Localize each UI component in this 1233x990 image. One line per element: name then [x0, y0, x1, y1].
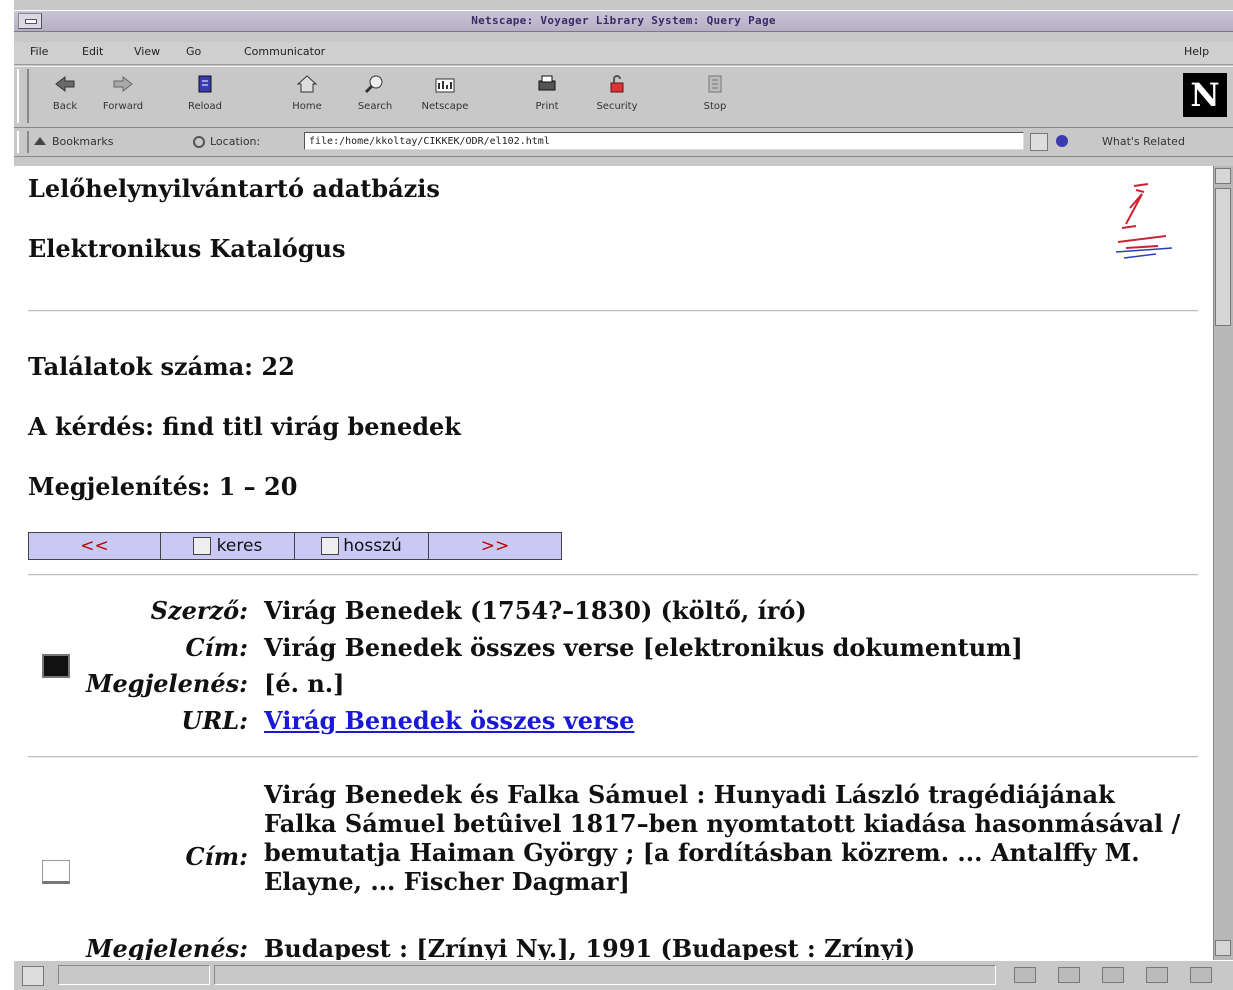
title-label: Cím:	[185, 842, 248, 871]
page-content: Lelőhelynyilvántartó adatbázis Elektroni…	[14, 166, 1213, 960]
url-dropdown-icon[interactable]	[1030, 133, 1048, 151]
security-label: Security	[596, 101, 638, 112]
publication-value: [é. n.]	[264, 669, 345, 698]
back-button[interactable]: Back	[38, 71, 92, 121]
publication-label: Megjelenés:	[85, 934, 248, 960]
publication-label: Megjelenés:	[85, 669, 248, 698]
search-button[interactable]: Search	[348, 71, 402, 121]
search-label: Search	[357, 101, 393, 112]
reload-button[interactable]: Reload	[178, 71, 232, 121]
query-text: A kérdés: find titl virág benedek	[28, 412, 461, 441]
menu-file[interactable]: File	[30, 45, 48, 58]
discussion-icon[interactable]	[1102, 967, 1124, 983]
lock-icon	[610, 75, 624, 93]
scroll-thumb[interactable]	[1215, 188, 1231, 326]
security-button[interactable]: Security	[590, 71, 644, 121]
title-value: Virág Benedek és Falka Sámuel : Hunyadi …	[264, 780, 1181, 896]
separator	[28, 574, 1198, 576]
print-button[interactable]: Print	[520, 71, 574, 121]
stop-label: Stop	[703, 101, 727, 112]
menu-edit[interactable]: Edit	[82, 45, 103, 58]
document-icon	[321, 537, 340, 555]
back-label: Back	[52, 101, 78, 112]
display-range: Megjelenítés: 1 – 20	[28, 472, 298, 501]
scroll-up-icon[interactable]	[1215, 168, 1231, 184]
forward-arrow-icon	[113, 75, 133, 93]
author-label: Szerző:	[150, 596, 248, 625]
reload-icon	[198, 75, 212, 93]
conference-icon[interactable]	[1190, 967, 1212, 983]
library-logo-icon	[1115, 183, 1173, 259]
location-icon	[192, 134, 206, 148]
netscape-logo: N	[1183, 73, 1227, 117]
mail-icon[interactable]	[1058, 967, 1080, 983]
security-status-icon[interactable]	[22, 966, 44, 986]
home-icon	[296, 75, 318, 93]
long-view-label: hosszú	[343, 536, 402, 556]
publication-value: Budapest : [Zrínyi Ny.], 1991 (Budapest …	[264, 934, 916, 960]
back-arrow-icon	[55, 75, 75, 93]
database-title: Lelőhelynyilvántartó adatbázis	[28, 174, 440, 203]
progress-field	[58, 965, 210, 985]
netscape-label: Netscape	[421, 101, 469, 112]
print-icon	[538, 75, 556, 91]
navigation-toolbar: Back Forward Reload Home Search Netscape…	[14, 66, 1233, 128]
window-title: Netscape: Voyager Library System: Query …	[471, 14, 776, 27]
print-label: Print	[535, 101, 559, 112]
title-value: Virág Benedek összes verse [elektronikus…	[264, 633, 1023, 662]
status-bar	[14, 960, 1233, 990]
long-view-button[interactable]: hosszú	[295, 533, 429, 559]
locationbar-grip[interactable]	[17, 131, 29, 153]
menu-bar: File Edit View Go Communicator Help	[14, 42, 1233, 65]
toolbar-grip[interactable]	[17, 69, 29, 123]
whats-related-icon[interactable]	[1054, 133, 1072, 149]
bookmark-icon[interactable]	[32, 133, 48, 149]
composer-icon[interactable]	[1146, 967, 1168, 983]
author-value: Virág Benedek (1754?–1830) (költő, író)	[264, 596, 807, 625]
netscape-button[interactable]: Netscape	[418, 71, 472, 121]
bookmarks-button[interactable]: Bookmarks	[52, 135, 113, 148]
stop-icon	[708, 75, 722, 93]
prev-page-button[interactable]: <<	[29, 533, 161, 559]
forward-label: Forward	[102, 101, 144, 112]
menu-help[interactable]: Help	[1184, 45, 1209, 58]
home-button[interactable]: Home	[280, 71, 334, 121]
catalog-title: Elektronikus Katalógus	[28, 234, 346, 263]
status-message-field	[214, 965, 996, 985]
results-navigation: << keres hosszú >>	[28, 532, 562, 560]
search-pointer-icon	[192, 537, 211, 555]
forward-button[interactable]: Forward	[96, 71, 150, 121]
separator	[28, 756, 1198, 758]
window-frame	[0, 0, 14, 989]
menu-view[interactable]: View	[134, 45, 160, 58]
location-bar: Bookmarks Location: file:/home/kkoltay/C…	[14, 128, 1233, 157]
menu-go[interactable]: Go	[186, 45, 201, 58]
url-input[interactable]: file:/home/kkoltay/CIKKEK/ODR/el102.html	[304, 132, 1024, 150]
browser-window: Netscape: Voyager Library System: Query …	[0, 0, 1233, 990]
reload-label: Reload	[187, 101, 223, 112]
vertical-scrollbar[interactable]	[1213, 166, 1233, 960]
location-label: Location:	[210, 135, 261, 148]
record-url-link[interactable]: Virág Benedek összes verse	[264, 706, 634, 735]
next-page-button[interactable]: >>	[429, 533, 561, 559]
search-again-label: keres	[216, 536, 263, 556]
stop-button[interactable]: Stop	[688, 71, 742, 121]
scroll-down-icon[interactable]	[1215, 940, 1231, 956]
home-label: Home	[292, 101, 322, 112]
navigator-icon[interactable]	[1014, 967, 1036, 983]
netscape-icon	[435, 78, 455, 93]
search-icon	[364, 75, 383, 94]
title-label: Cím:	[185, 633, 248, 662]
separator	[28, 310, 1198, 312]
menu-communicator[interactable]: Communicator	[244, 45, 325, 58]
search-again-button[interactable]: keres	[161, 533, 295, 559]
whats-related-button[interactable]: What's Related	[1102, 135, 1185, 148]
title-bar[interactable]: Netscape: Voyager Library System: Query …	[14, 10, 1233, 32]
url-label: URL:	[181, 706, 248, 735]
hit-count: Találatok száma: 22	[28, 352, 295, 381]
